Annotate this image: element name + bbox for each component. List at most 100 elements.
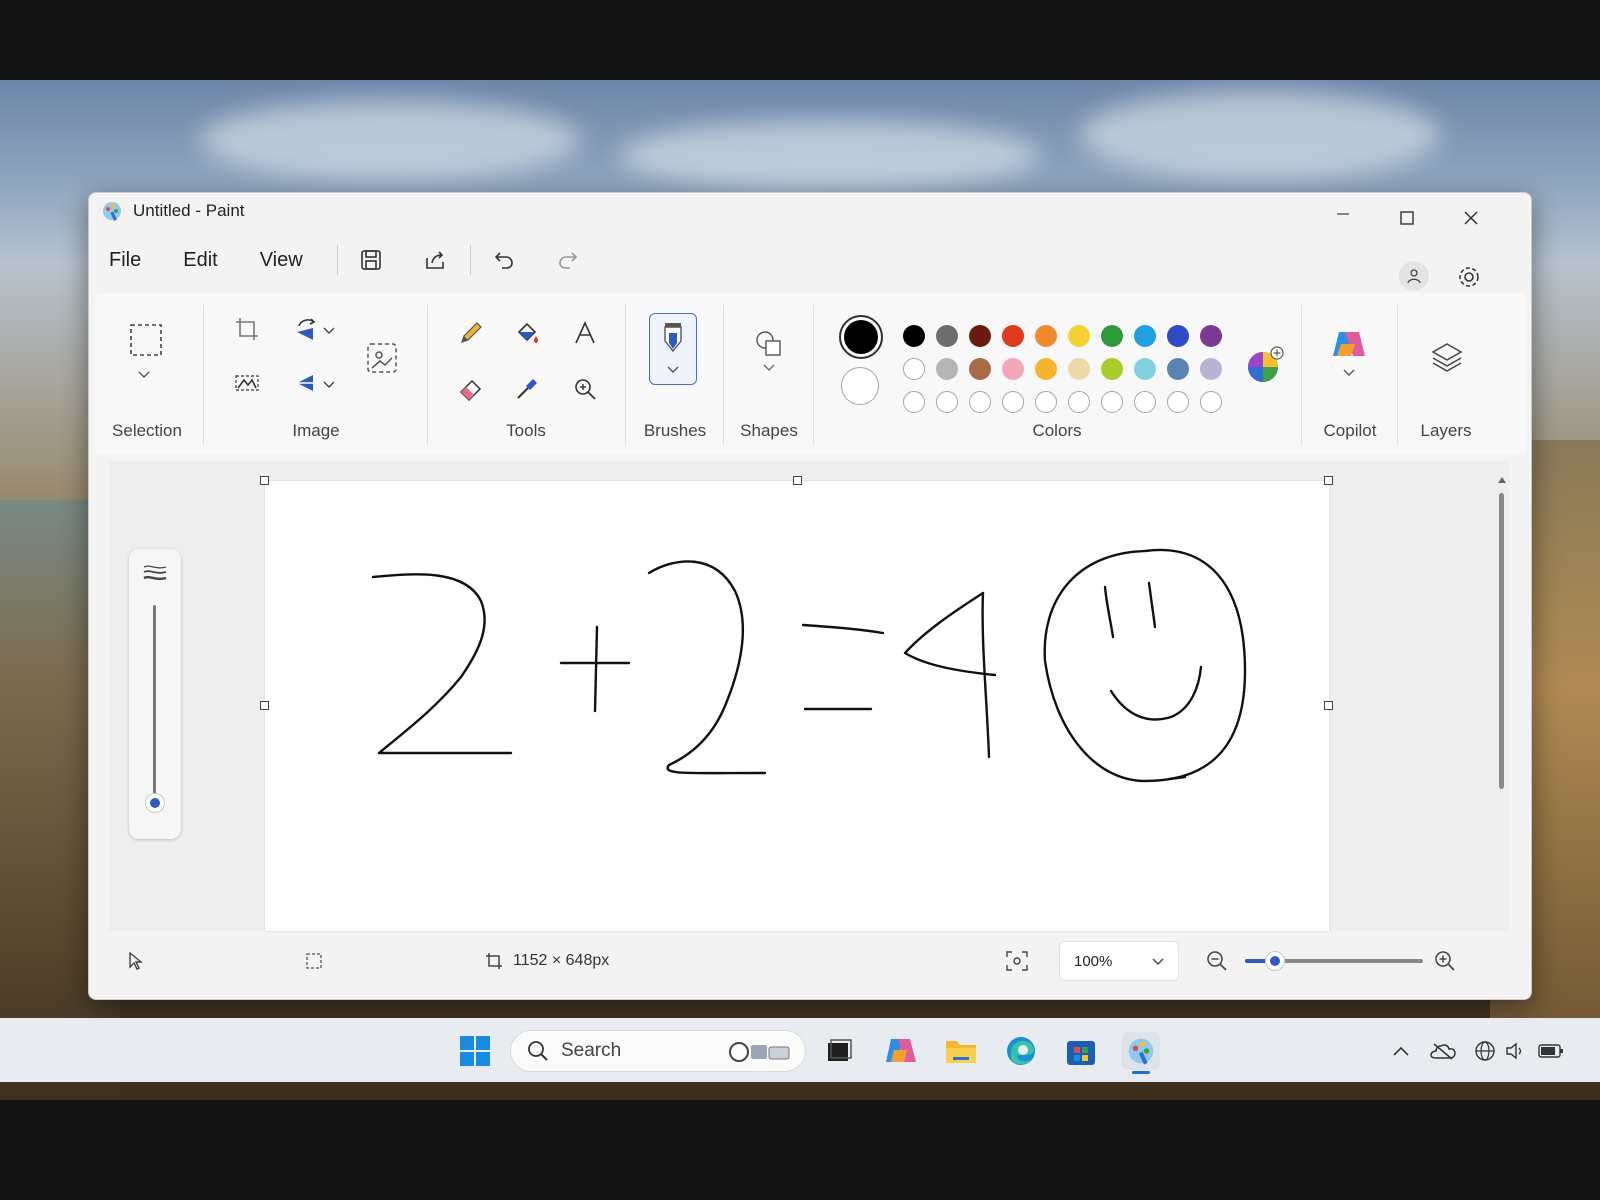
- network-icon[interactable]: [1470, 1036, 1500, 1066]
- color-swatch[interactable]: [1002, 358, 1024, 380]
- flip-dropdown[interactable]: [319, 367, 339, 403]
- fit-to-window-button[interactable]: [999, 943, 1035, 979]
- custom-color-slot[interactable]: [903, 391, 925, 413]
- custom-color-slot[interactable]: [1167, 391, 1189, 413]
- redo-button[interactable]: [553, 245, 583, 275]
- layers-group: Layers: [1401, 293, 1491, 455]
- color-swatch[interactable]: [1167, 325, 1189, 347]
- edge-browser-button[interactable]: [1002, 1032, 1040, 1070]
- color-swatch[interactable]: [969, 358, 991, 380]
- custom-color-slot[interactable]: [1134, 391, 1156, 413]
- custom-color-slot[interactable]: [1200, 391, 1222, 413]
- vertical-scrollbar[interactable]: [1497, 471, 1506, 791]
- color-swatch[interactable]: [1035, 325, 1057, 347]
- custom-color-slot[interactable]: [1035, 391, 1057, 413]
- undo-button[interactable]: [489, 245, 519, 275]
- battery-icon[interactable]: [1536, 1036, 1566, 1066]
- share-button[interactable]: [420, 245, 450, 275]
- color-swatch[interactable]: [1068, 325, 1090, 347]
- onedrive-icon[interactable]: [1428, 1036, 1458, 1066]
- active-app-indicator: [1132, 1071, 1150, 1074]
- menu-file[interactable]: File: [109, 249, 141, 272]
- custom-color-slot[interactable]: [936, 391, 958, 413]
- magnifier-tool[interactable]: [567, 371, 603, 407]
- brushes-button[interactable]: [649, 313, 697, 385]
- secondary-color-swatch[interactable]: [841, 367, 879, 405]
- shapes-button[interactable]: [751, 325, 787, 385]
- save-button[interactable]: [356, 245, 386, 275]
- color-swatch[interactable]: [1035, 358, 1057, 380]
- brush-size-thumb[interactable]: [145, 793, 165, 813]
- text-tool[interactable]: [567, 315, 603, 351]
- selection-button[interactable]: [125, 319, 167, 361]
- color-swatch[interactable]: [1002, 325, 1024, 347]
- color-swatch[interactable]: [1134, 325, 1156, 347]
- color-swatch[interactable]: [1167, 358, 1189, 380]
- custom-color-slot[interactable]: [1101, 391, 1123, 413]
- custom-color-slot[interactable]: [969, 391, 991, 413]
- selection-dropdown[interactable]: [129, 365, 159, 385]
- volume-icon[interactable]: [1500, 1036, 1530, 1066]
- digit-four-stroke: [903, 591, 997, 759]
- zoom-slider[interactable]: [1245, 951, 1423, 971]
- canvas-resize-handle[interactable]: [793, 476, 802, 485]
- paint-taskbar-button[interactable]: [1122, 1032, 1160, 1074]
- edge-icon: [1007, 1037, 1035, 1065]
- maximize-button[interactable]: [1375, 197, 1439, 239]
- color-swatch[interactable]: [936, 358, 958, 380]
- zoom-in-button[interactable]: [1427, 943, 1463, 979]
- layers-button[interactable]: [1427, 337, 1467, 377]
- copilot-button[interactable]: [1329, 327, 1369, 383]
- color-picker-tool[interactable]: [509, 371, 545, 407]
- edit-colors-button[interactable]: [1243, 343, 1287, 387]
- chevron-up-icon: [1393, 1046, 1409, 1056]
- color-swatch[interactable]: [936, 325, 958, 347]
- eraser-tool[interactable]: [453, 371, 489, 407]
- show-hidden-icons-button[interactable]: [1386, 1036, 1416, 1066]
- color-swatch[interactable]: [1200, 325, 1222, 347]
- primary-color-swatch[interactable]: [839, 315, 883, 359]
- canvas-resize-handle[interactable]: [260, 476, 269, 485]
- file-explorer-button[interactable]: [942, 1032, 980, 1070]
- color-swatch[interactable]: [903, 325, 925, 347]
- canvas-resize-handle[interactable]: [260, 701, 269, 710]
- color-swatch[interactable]: [1101, 358, 1123, 380]
- menu-view[interactable]: View: [260, 249, 303, 272]
- color-swatch[interactable]: [1101, 325, 1123, 347]
- settings-button[interactable]: [1451, 259, 1487, 295]
- paint-app-icon: [103, 202, 121, 221]
- primary-color-fill: [844, 320, 878, 354]
- task-view-button[interactable]: [820, 1032, 858, 1070]
- remove-background-button[interactable]: [361, 337, 403, 379]
- menu-edit[interactable]: Edit: [183, 249, 217, 272]
- windows-logo-icon: [460, 1036, 490, 1066]
- start-button[interactable]: [456, 1032, 494, 1070]
- color-swatch[interactable]: [1200, 358, 1222, 380]
- canvas-resize-handle[interactable]: [1324, 701, 1333, 710]
- zoom-dropdown[interactable]: 100%: [1059, 941, 1179, 981]
- store-button[interactable]: [1062, 1032, 1100, 1070]
- minimize-button[interactable]: [1311, 193, 1375, 235]
- color-swatch[interactable]: [903, 358, 925, 380]
- color-swatch[interactable]: [1134, 358, 1156, 380]
- custom-color-slot[interactable]: [1002, 391, 1024, 413]
- color-swatch[interactable]: [1068, 358, 1090, 380]
- rotate-dropdown[interactable]: [319, 313, 339, 349]
- brush-size-slider[interactable]: [129, 549, 181, 839]
- custom-color-slot[interactable]: [1068, 391, 1090, 413]
- zoom-out-button[interactable]: [1199, 943, 1235, 979]
- close-button[interactable]: [1439, 197, 1503, 239]
- account-button[interactable]: [1399, 261, 1429, 291]
- zoom-in-icon: [1435, 951, 1455, 971]
- resize-button[interactable]: [229, 365, 265, 401]
- canvas-resize-handle[interactable]: [1324, 476, 1333, 485]
- drawing-canvas[interactable]: [265, 481, 1329, 931]
- color-swatch[interactable]: [969, 325, 991, 347]
- copilot-taskbar-button[interactable]: [882, 1032, 920, 1070]
- fill-tool[interactable]: [509, 315, 545, 351]
- zoom-slider-thumb[interactable]: [1265, 951, 1285, 971]
- pencil-tool[interactable]: [453, 315, 489, 351]
- digit-two-2-stroke: [647, 560, 767, 775]
- taskbar-search[interactable]: Search: [510, 1030, 806, 1072]
- crop-button[interactable]: [229, 311, 265, 347]
